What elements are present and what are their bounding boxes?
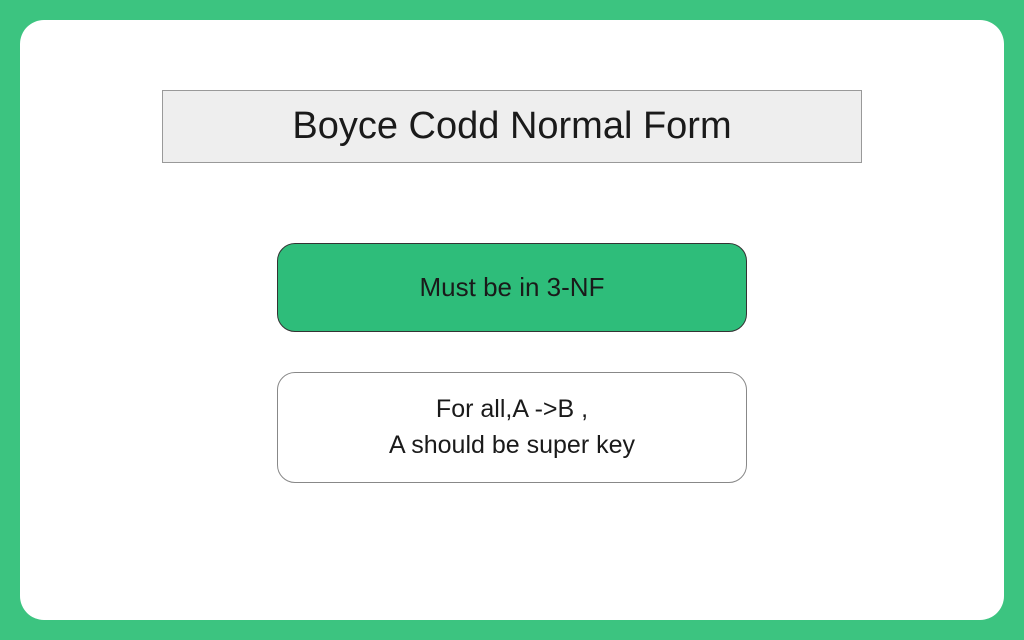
condition-secondary-line2: A should be super key xyxy=(298,427,726,463)
condition-primary: Must be in 3-NF xyxy=(277,243,747,332)
condition-secondary: For all,A ->B , A should be super key xyxy=(277,372,747,483)
condition-secondary-line1: For all,A ->B , xyxy=(298,391,726,427)
diagram-title: Boyce Codd Normal Form xyxy=(162,90,862,163)
diagram-card: Boyce Codd Normal Form Must be in 3-NF F… xyxy=(20,20,1004,620)
